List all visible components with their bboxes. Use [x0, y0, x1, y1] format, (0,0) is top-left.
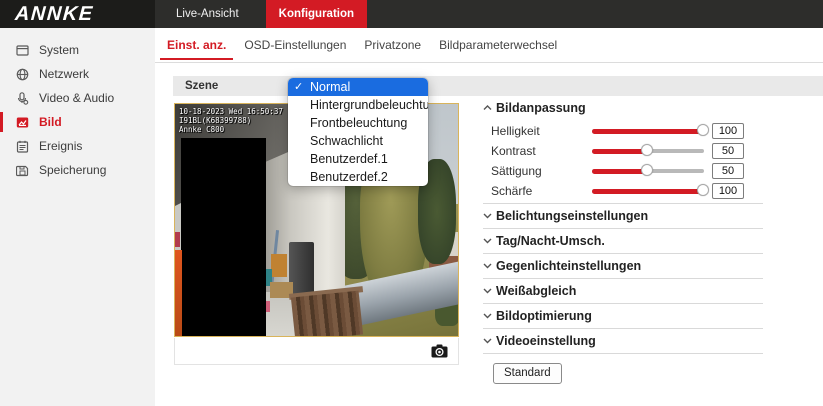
- section-videoeinstellung[interactable]: Videoeinstellung: [483, 328, 763, 354]
- szene-dropdown-menu: ✓ Normal Hintergrundbeleuchtung Frontbel…: [288, 78, 428, 186]
- section-tag-nacht-umsch[interactable]: Tag/Nacht-Umsch.: [483, 228, 763, 253]
- sidebar-item-label: Speicherung: [39, 163, 106, 177]
- image-settings-panel: Bildanpassung Helligkeit Kontrast Sättig…: [483, 96, 763, 384]
- section-belichtungseinstellungen[interactable]: Belichtungseinstellungen: [483, 203, 763, 228]
- calendar-icon: [15, 139, 29, 153]
- section-bildanpassung[interactable]: Bildanpassung: [483, 96, 763, 119]
- window-icon: [15, 43, 29, 57]
- sidebar-item-speicherung[interactable]: Speicherung: [0, 158, 155, 182]
- nav-live-ansicht[interactable]: Live-Ansicht: [163, 0, 252, 28]
- slider-thumb[interactable]: [697, 124, 709, 136]
- helligkeit-slider-track[interactable]: [592, 129, 704, 133]
- chevron-down-icon: [483, 262, 493, 270]
- logo-block: ANNKE: [0, 0, 155, 28]
- osd-camera-name: Annke C800: [179, 125, 283, 134]
- annke-logo: ANNKE: [14, 3, 94, 26]
- tab-bar: Einst. anz. OSD-Einstellungen Privatzone…: [155, 28, 823, 63]
- sidebar-item-label: Video & Audio: [39, 91, 114, 105]
- camera-icon[interactable]: [430, 343, 448, 359]
- tab-privatzone[interactable]: Privatzone: [355, 28, 430, 63]
- osd-device-id: I91BL(K68399788): [179, 116, 283, 125]
- scene-option-normal[interactable]: ✓ Normal: [288, 78, 428, 96]
- kontrast-value-input[interactable]: [712, 143, 744, 159]
- sidebar-item-system[interactable]: System: [0, 38, 155, 62]
- sidebar-item-label: Ereignis: [39, 139, 82, 153]
- top-bar: ANNKE Live-Ansicht Konfiguration: [0, 0, 823, 28]
- slider-kontrast: Kontrast: [491, 141, 763, 161]
- sidebar-item-ereignis[interactable]: Ereignis: [0, 134, 155, 158]
- annke-config-page: ANNKE Live-Ansicht Konfiguration System …: [0, 0, 823, 406]
- scene-option-hintergrundbeleuchtung[interactable]: Hintergrundbeleuchtung: [288, 96, 428, 114]
- check-icon: ✓: [294, 78, 303, 96]
- slider-fill: [592, 129, 704, 134]
- chevron-down-icon: [483, 337, 493, 345]
- scene-option-benutzerdef1[interactable]: Benutzerdef.1: [288, 150, 428, 168]
- osd-timestamp: 10-18-2023 Wed 16:50:37: [179, 107, 283, 116]
- slider-thumb[interactable]: [641, 164, 653, 176]
- chevron-down-icon: [483, 287, 493, 295]
- szene-row: Szene: [173, 76, 823, 96]
- section-weissabgleich[interactable]: Weißabgleich: [483, 278, 763, 303]
- privacy-mask: [181, 138, 266, 336]
- slider-schaerfe: Schärfe: [491, 181, 763, 201]
- bildanpassung-sliders: Helligkeit Kontrast Sättigung Schärfe: [483, 119, 763, 203]
- slider-fill: [592, 149, 648, 154]
- microphone-icon: [15, 91, 29, 105]
- tab-osd-einstellungen[interactable]: OSD-Einstellungen: [235, 28, 355, 63]
- sidebar-item-bild[interactable]: Bild: [0, 110, 155, 134]
- schaerfe-slider-track[interactable]: [592, 189, 704, 193]
- slider-fill: [592, 189, 704, 194]
- chevron-down-icon: [483, 312, 493, 320]
- slider-thumb[interactable]: [697, 184, 709, 196]
- scene-option-schwachlicht[interactable]: Schwachlicht: [288, 132, 428, 150]
- sidebar-item-netzwerk[interactable]: Netzwerk: [0, 62, 155, 86]
- scene-object: [175, 232, 180, 247]
- slider-saettigung: Sättigung: [491, 161, 763, 181]
- saettigung-value-input[interactable]: [712, 163, 744, 179]
- save-icon: [15, 163, 29, 177]
- saettigung-slider-track[interactable]: [592, 169, 704, 173]
- scene-person: [175, 250, 182, 337]
- slider-label: Schärfe: [491, 184, 592, 198]
- globe-icon: [15, 67, 29, 81]
- slider-label: Sättigung: [491, 164, 592, 178]
- slider-fill: [592, 169, 648, 174]
- sidebar-item-label: System: [39, 43, 79, 57]
- chevron-down-icon: [483, 212, 493, 220]
- sidebar-item-label: Bild: [39, 115, 62, 129]
- scene-object: [271, 254, 287, 277]
- sidebar-item-video-audio[interactable]: Video & Audio: [0, 86, 155, 110]
- snapshot-bar: [174, 338, 459, 365]
- kontrast-slider-track[interactable]: [592, 149, 704, 153]
- scene-railing: [291, 291, 363, 337]
- helligkeit-value-input[interactable]: [712, 123, 744, 139]
- sidebar: System Netzwerk Video & Audio Bild Ereig…: [0, 28, 155, 406]
- szene-label: Szene: [173, 80, 218, 92]
- nav-konfiguration[interactable]: Konfiguration: [266, 0, 367, 28]
- image-icon: [15, 115, 29, 129]
- osd-overlay: 10-18-2023 Wed 16:50:37 I91BL(K68399788)…: [179, 107, 283, 134]
- slider-thumb[interactable]: [641, 144, 653, 156]
- sidebar-item-label: Netzwerk: [39, 67, 89, 81]
- scene-option-frontbeleuchtung[interactable]: Frontbeleuchtung: [288, 114, 428, 132]
- section-bildoptimierung[interactable]: Bildoptimierung: [483, 303, 763, 328]
- section-gegenlichteinstellungen[interactable]: Gegenlichteinstellungen: [483, 253, 763, 278]
- standard-button[interactable]: Standard: [493, 363, 562, 384]
- schaerfe-value-input[interactable]: [712, 183, 744, 199]
- slider-label: Kontrast: [491, 144, 592, 158]
- chevron-up-icon: [483, 104, 493, 112]
- tab-bildparameterwechsel[interactable]: Bildparameterwechsel: [430, 28, 566, 63]
- slider-label: Helligkeit: [491, 124, 592, 138]
- slider-helligkeit: Helligkeit: [491, 121, 763, 141]
- scene-option-benutzerdef2[interactable]: Benutzerdef.2: [288, 168, 428, 186]
- tab-einst-anz[interactable]: Einst. anz.: [158, 28, 235, 63]
- chevron-down-icon: [483, 237, 493, 245]
